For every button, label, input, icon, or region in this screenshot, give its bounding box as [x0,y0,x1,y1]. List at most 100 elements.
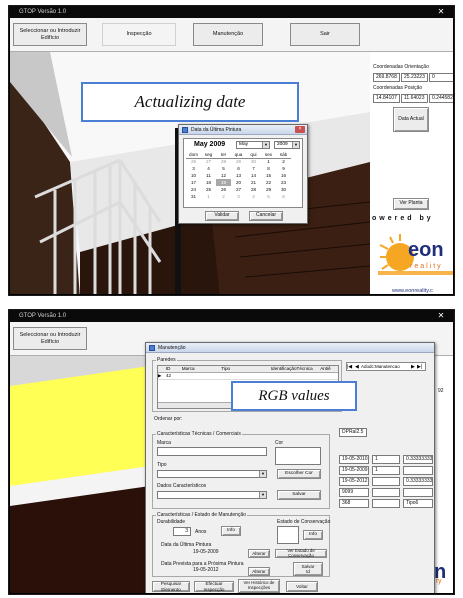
validate-button[interactable]: Validar [205,211,239,221]
alter-next-paint-button[interactable]: Alterar [248,567,270,576]
view-conservation-button[interactable]: Ver Estado de Conservação [275,548,327,558]
calendar-day[interactable]: 23 [276,179,291,186]
calendar-day[interactable]: 29 [261,186,276,193]
calendar-day[interactable]: 19 [216,179,231,186]
calendar-day[interactable]: 30 [276,186,291,193]
calendar-day[interactable]: 28 [216,158,231,165]
record-field[interactable]: 19-05-2010 [339,455,369,464]
calendar-day[interactable]: 17 [186,179,201,186]
calendar-day[interactable]: 8 [261,165,276,172]
calendar-day[interactable]: 2 [276,158,291,165]
close-icon[interactable]: ✕ [434,310,448,321]
save-color-button[interactable]: Salvar [277,490,321,500]
record-navigator[interactable]: |◀ ◀ Adodc:Manutencao ▶ ▶| [346,362,426,371]
month-select[interactable]: May ▼ [236,141,270,149]
type-select[interactable]: ▼ [157,470,267,478]
record-field[interactable]: 9099 [339,488,369,497]
record-field[interactable]: 0.333333333 [403,455,433,464]
durability-info-button[interactable]: Info [221,526,241,536]
calendar-day[interactable]: 3 [186,165,201,172]
exit-button[interactable]: Sair [290,23,360,46]
calendar-day[interactable]: 20 [231,179,246,186]
calendar-day[interactable]: 10 [186,172,201,179]
current-date-button[interactable]: Data Actual [393,107,429,132]
back-button[interactable]: Voltar [286,581,318,592]
calendar-day[interactable]: 3 [231,193,246,200]
data-select[interactable]: ▼ [157,491,267,499]
calendar-day[interactable]: 14 [246,172,261,179]
orientation-z-field[interactable]: 0 [429,73,453,82]
record-field[interactable] [372,499,400,508]
calendar-day[interactable]: 31 [186,193,201,200]
record-field[interactable]: 19-05-2012 [339,477,369,486]
alter-last-paint-button[interactable]: Alterar [248,549,270,558]
calendar-day[interactable]: 27 [231,186,246,193]
calendar-day[interactable]: 9 [276,165,291,172]
calendar-day[interactable]: 5 [216,165,231,172]
calendar-day[interactable]: 21 [246,179,261,186]
calendar-day[interactable]: 29 [231,158,246,165]
3d-viewport[interactable]: Actualizing date Data da Última Pintura … [10,52,370,294]
calendar-day[interactable]: 15 [261,172,276,179]
record-field[interactable]: 368 [339,499,369,508]
calendar-day[interactable]: 26 [186,158,201,165]
calendar-day[interactable]: 7 [246,165,261,172]
calendar-day[interactable]: 22 [261,179,276,186]
cancel-button[interactable]: Cancelar [249,211,283,221]
choose-color-button[interactable]: Escolher Cor [277,469,321,479]
do-inspection-button[interactable]: Efectuar Inspecção [194,581,234,592]
conservation-info-button[interactable]: Info [303,530,323,540]
calendar-day[interactable]: 6 [276,193,291,200]
record-field[interactable]: 0.333333333 [403,477,433,486]
record-field[interactable] [403,488,433,497]
record-field[interactable]: Tipo6 [403,499,433,508]
calendar-day[interactable]: 4 [246,193,261,200]
calendar-day[interactable]: 2 [216,193,231,200]
calendar-day[interactable]: 18 [201,179,216,186]
record-field[interactable] [372,477,400,486]
position-x-field[interactable]: 14.84107 [373,94,400,103]
table-row[interactable]: ▶ 42 [158,373,338,380]
position-y-field[interactable]: 11.64023 [401,94,428,103]
calendar-day[interactable]: 5 [261,193,276,200]
orientation-y-field[interactable]: 25.23223 [401,73,428,82]
view-plan-button[interactable]: Ver Planta [393,198,429,210]
calendar-day[interactable]: 6 [231,165,246,172]
calendar-day[interactable]: 27 [201,158,216,165]
close-icon[interactable]: ✕ [434,6,448,17]
calendar-day[interactable]: 26 [216,186,231,193]
close-icon[interactable]: × [295,126,305,133]
calendar-day[interactable]: 1 [201,193,216,200]
search-element-button[interactable]: Pesquisar Elemento [152,581,190,592]
calendar-day[interactable]: 16 [276,172,291,179]
durability-field[interactable]: 3 [173,527,191,536]
first-record-icon[interactable]: |◀ [347,364,355,370]
inspection-button[interactable]: Inspecção [102,23,176,46]
calendar-day[interactable]: 11 [201,172,216,179]
save-state-button[interactable]: Salvar td [293,562,323,576]
orientation-x-field[interactable]: 269.8768 [373,73,400,82]
month-calendar[interactable]: May 2009 May ▼ 2009 ▼ dom seg ter qua qui sex sá… [183,138,303,208]
record-field[interactable]: 1 [372,455,400,464]
brand-field[interactable] [157,447,267,456]
calendar-day[interactable]: 1 [261,158,276,165]
calendar-day[interactable]: 13 [231,172,246,179]
year-select[interactable]: 2009 ▼ [274,141,300,149]
last-record-icon[interactable]: ▶| [417,364,425,370]
position-z-field[interactable]: 0.244582 [429,94,453,103]
calendar-day[interactable]: 4 [201,165,216,172]
inspection-history-button[interactable]: Ver Histórico de Inspecções [238,579,280,593]
select-building-button[interactable]: Seleccionar ou Introduzir Edifício [13,327,87,350]
select-building-button[interactable]: Seleccionar ou Introduzir Edifício [13,23,87,46]
calendar-day[interactable]: 30 [246,158,261,165]
record-field[interactable] [403,466,433,475]
calendar-day[interactable]: 12 [216,172,231,179]
record-field[interactable] [372,488,400,497]
calendar-day[interactable]: 24 [186,186,201,193]
calendar-day[interactable]: 28 [246,186,261,193]
calendar-day[interactable]: 25 [201,186,216,193]
record-field[interactable]: 1 [372,466,400,475]
rgb-value-field[interactable]: DPRal2.5 [339,428,367,437]
calendar-grid[interactable]: dom seg ter qua qui sex sáb 26 27 28 29 30 1 2 3 4 5 6 7 8… [186,151,291,200]
maintenance-button[interactable]: Manutenção [193,23,263,46]
